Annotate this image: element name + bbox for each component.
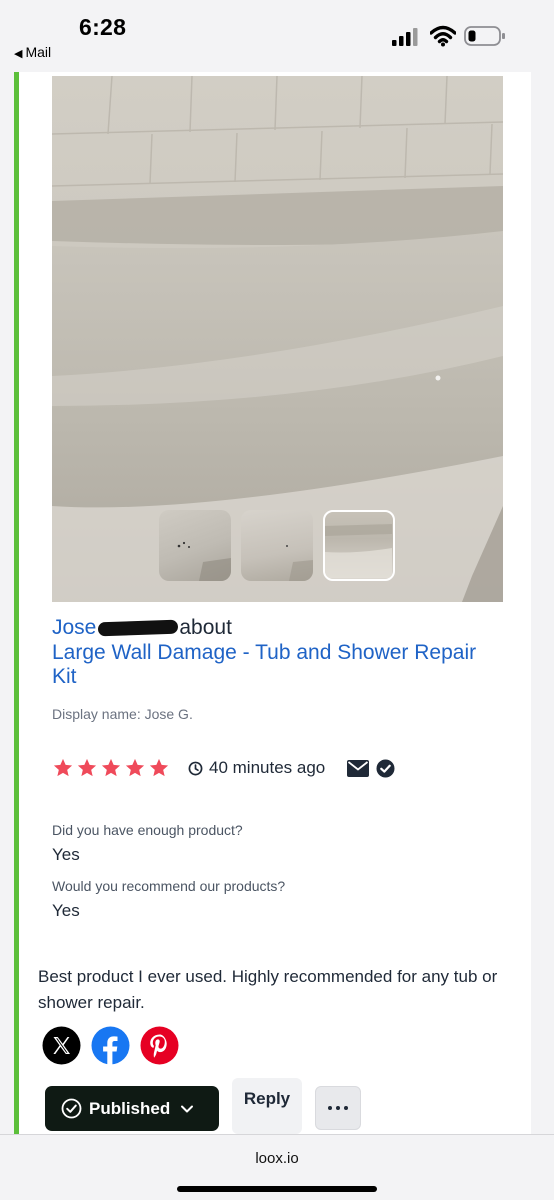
more-dot-icon [344,1106,348,1110]
star-icon [125,758,145,777]
review-body-text: Best product I ever used. Highly recomme… [38,967,498,1012]
browser-url-bar[interactable]: loox.io [0,1134,554,1200]
chevron-down-icon [181,1105,194,1112]
photo-thumbnail-3[interactable] [323,510,395,581]
time-ago-label: 40 minutes ago [209,758,326,777]
thumbnail-image [325,524,392,578]
star-icon [149,758,169,777]
x-icon[interactable] [42,1026,81,1065]
back-to-mail-button[interactable]: ◀ Mail [14,44,51,60]
product-link[interactable]: Large Wall Damage - Tub and Shower Repai… [52,641,492,689]
more-dot-icon [336,1106,340,1110]
published-status-dropdown[interactable]: Published [45,1086,219,1131]
question-1: Did you have enough product? [52,822,243,838]
thumbnail-image [286,545,313,581]
check-circle-icon [61,1098,82,1119]
star-icon [77,758,97,777]
star-rating [52,758,170,778]
url-text: loox.io [255,1150,299,1167]
home-indicator[interactable] [177,1186,377,1192]
thumbnail-image [177,541,231,581]
display-name: Display name: Jose G. [52,706,193,722]
star-icon [101,758,121,777]
status-time: 6:28 [79,14,127,40]
answer-1: Yes [52,845,80,864]
question-2: Would you recommend our products? [52,878,286,894]
photo-thumbnail-2[interactable] [241,510,313,581]
redacted-surname [98,620,179,637]
star-icon [53,758,73,777]
pinterest-icon[interactable] [140,1026,179,1065]
reviewer-name-link[interactable]: Jose [52,616,96,639]
answer-2: Yes [52,901,80,920]
back-app-label: Mail [25,44,52,60]
wifi-icon [430,25,456,47]
status-bar: 6:28 ◀ Mail [0,0,554,72]
review-time: 40 minutes ago [188,757,325,779]
facebook-icon[interactable] [91,1026,130,1065]
verified-check-icon [376,759,395,778]
cellular-signal-icon [392,28,418,46]
reply-button[interactable]: Reply [232,1078,302,1134]
back-triangle-icon: ◀ [14,48,23,60]
about-text: about [179,616,232,639]
photo-thumbnail-1[interactable] [159,510,231,581]
more-dot-icon [328,1106,332,1110]
review-title: Jose about [52,616,232,640]
clock-icon [188,761,203,775]
battery-icon [464,26,505,46]
envelope-icon[interactable] [347,760,369,777]
more-options-button[interactable] [315,1086,361,1130]
published-label: Published [89,1098,171,1118]
